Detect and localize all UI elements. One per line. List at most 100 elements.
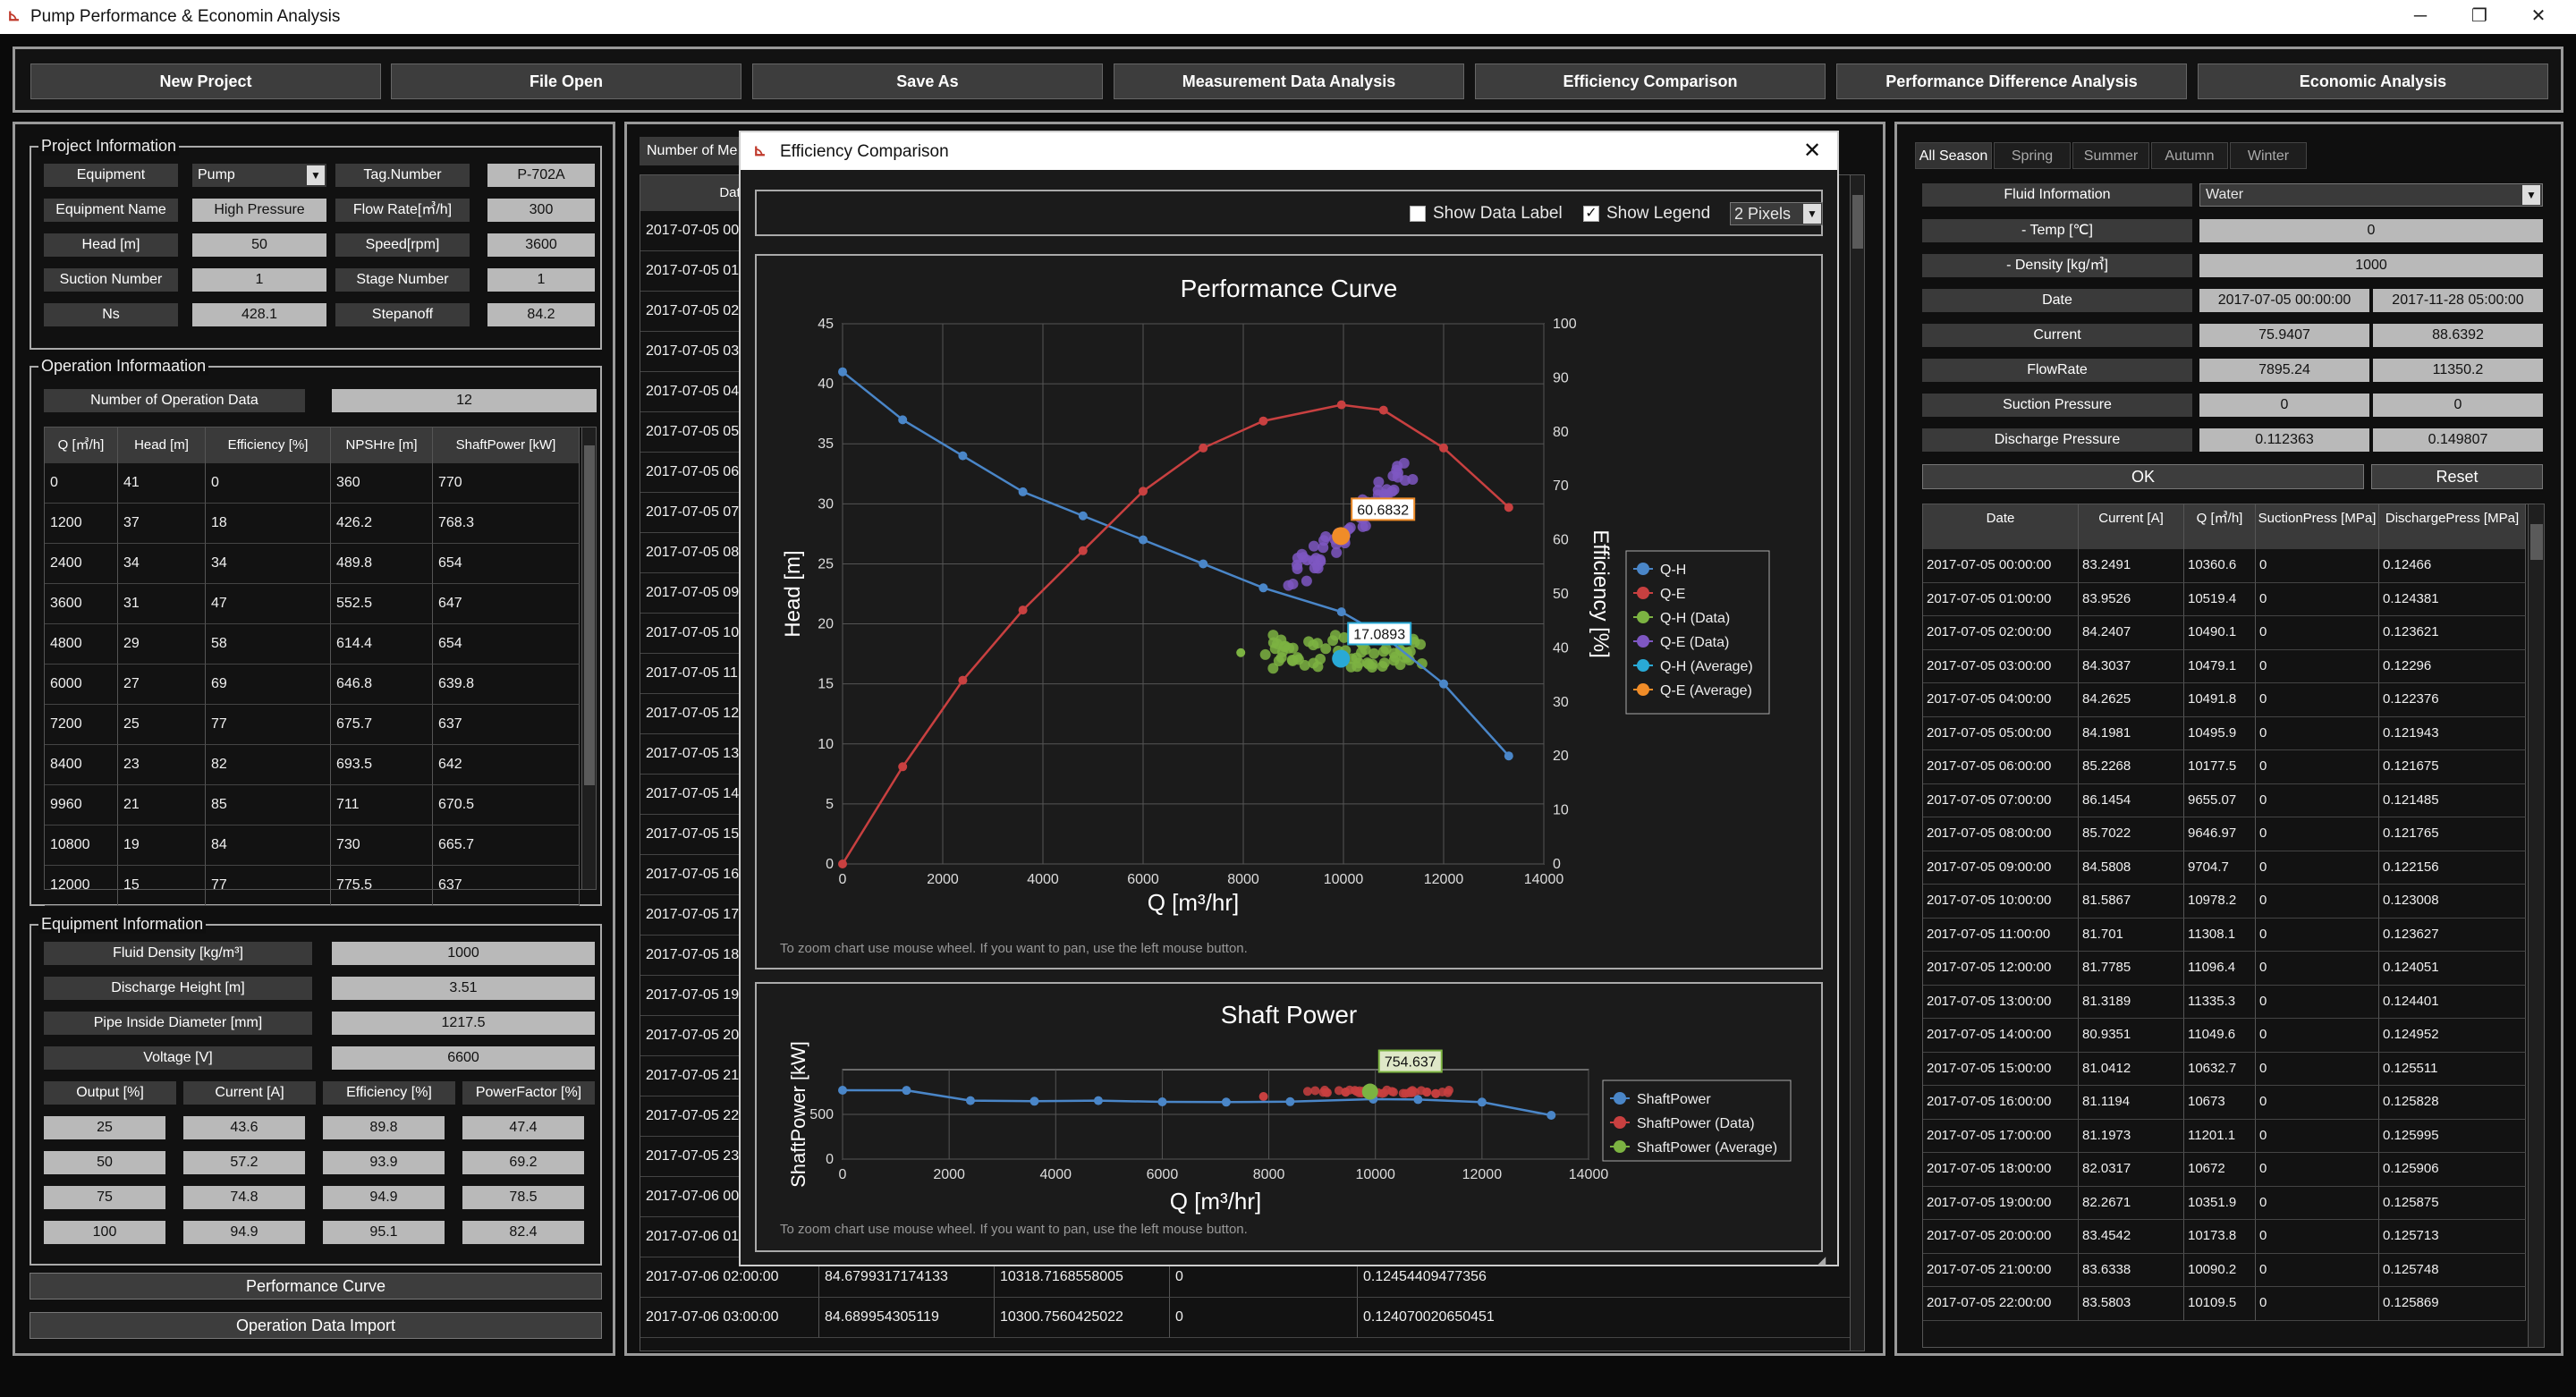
- operation-table-cell[interactable]: 8400: [45, 745, 118, 785]
- season-table-cell[interactable]: 10090.2: [2184, 1253, 2256, 1287]
- minimize-button[interactable]: ─: [2402, 4, 2438, 29]
- operation-table-cell[interactable]: 85: [206, 785, 331, 826]
- season-table-cell[interactable]: 10491.8: [2184, 683, 2256, 717]
- operation-table-cell[interactable]: 25: [118, 705, 206, 745]
- season-table-cell[interactable]: 81.1973: [2079, 1119, 2184, 1153]
- tab-autumn[interactable]: Autumn: [2151, 142, 2228, 169]
- season-table-cell[interactable]: 10173.8: [2184, 1220, 2256, 1254]
- chevron-down-icon[interactable]: ▼: [307, 165, 325, 185]
- season-table-cell[interactable]: 0: [2256, 1153, 2379, 1187]
- season-table-cell[interactable]: 2017-07-05 04:00:00: [1923, 683, 2079, 717]
- season-table-cell[interactable]: 9655.07: [2184, 783, 2256, 817]
- season-table-cell[interactable]: 0: [2256, 851, 2379, 885]
- performance-curve-svg[interactable]: Performance Curve0 2000 4000 6000 8000 10000 1…: [757, 256, 1821, 968]
- measurement-table-cell[interactable]: 0.124070020650451: [1358, 1298, 1859, 1338]
- season-table-cell[interactable]: 0.125869: [2379, 1287, 2526, 1321]
- season-table-cell[interactable]: 0.121765: [2379, 817, 2526, 851]
- economic-analysis-button[interactable]: Economic Analysis: [2198, 64, 2548, 99]
- project-field-value[interactable]: High Pressure: [192, 199, 326, 222]
- operation-table-cell[interactable]: 642: [433, 745, 580, 785]
- motor-table-value[interactable]: 94.9: [323, 1186, 445, 1209]
- motor-table-value[interactable]: 47.4: [462, 1116, 584, 1139]
- season-table-cell[interactable]: 0: [2256, 549, 2379, 583]
- equipment-field-value[interactable]: 1000: [332, 942, 595, 965]
- new-project-button[interactable]: New Project: [30, 64, 381, 99]
- season-table-cell[interactable]: 81.3189: [2079, 985, 2184, 1019]
- season-table-cell[interactable]: 0: [2256, 1253, 2379, 1287]
- season-table-cell[interactable]: 10490.1: [2184, 616, 2256, 650]
- season-table-cell[interactable]: 0: [2256, 716, 2379, 750]
- season-table-cell[interactable]: 10519.4: [2184, 582, 2256, 616]
- scrollbar-thumb[interactable]: [2530, 524, 2543, 560]
- season-table-cell[interactable]: 0.123627: [2379, 918, 2526, 952]
- season-table-cell[interactable]: 0: [2256, 616, 2379, 650]
- fluid-select[interactable]: Water ▼: [2199, 183, 2543, 207]
- chevron-down-icon[interactable]: ▼: [1803, 204, 1821, 224]
- operation-table-cell[interactable]: 639.8: [433, 665, 580, 705]
- equipment-field-value[interactable]: 6600: [332, 1046, 595, 1070]
- operation-table-cell[interactable]: 768.3: [433, 504, 580, 544]
- project-field-value[interactable]: 300: [487, 199, 595, 222]
- save-as-button[interactable]: Save As: [752, 64, 1103, 99]
- operation-table-cell[interactable]: 614.4: [331, 624, 433, 665]
- season-table-cell[interactable]: 83.2491: [2079, 549, 2184, 583]
- season-table-cell[interactable]: 81.7785: [2079, 952, 2184, 986]
- season-table-cell[interactable]: 10673: [2184, 1086, 2256, 1120]
- reset-button[interactable]: Reset: [2371, 464, 2543, 489]
- season-table-cell[interactable]: 11049.6: [2184, 1019, 2256, 1053]
- season-table-cell[interactable]: 2017-07-05 15:00:00: [1923, 1052, 2079, 1086]
- season-table-cell[interactable]: 2017-07-05 14:00:00: [1923, 1019, 2079, 1053]
- operation-table-cell[interactable]: 37: [118, 504, 206, 544]
- operation-table-cell[interactable]: 82: [206, 745, 331, 785]
- season-table-cell[interactable]: 81.5867: [2079, 885, 2184, 919]
- season-table-cell[interactable]: 84.3037: [2079, 649, 2184, 683]
- season-table-cell[interactable]: 10360.6: [2184, 549, 2256, 583]
- season-table-cell[interactable]: 86.1454: [2079, 783, 2184, 817]
- tab-spring[interactable]: Spring: [1994, 142, 2071, 169]
- operation-table-cell[interactable]: 84: [206, 826, 331, 866]
- season-table-cell[interactable]: 10351.9: [2184, 1186, 2256, 1220]
- season-table-cell[interactable]: 10109.5: [2184, 1287, 2256, 1321]
- operation-table-cell[interactable]: 10800: [45, 826, 118, 866]
- season-table-cell[interactable]: 2017-07-05 21:00:00: [1923, 1253, 2079, 1287]
- season-table-cell[interactable]: 0.121675: [2379, 750, 2526, 784]
- operation-table-cell[interactable]: 31: [118, 584, 206, 624]
- season-table-cell[interactable]: 0.125511: [2379, 1052, 2526, 1086]
- season-table-cell[interactable]: 82.0317: [2079, 1153, 2184, 1187]
- season-table-cell[interactable]: 0: [2256, 1119, 2379, 1153]
- motor-table-value[interactable]: 43.6: [183, 1116, 305, 1139]
- operation-table-cell[interactable]: 23: [118, 745, 206, 785]
- season-table-cell[interactable]: 11308.1: [2184, 918, 2256, 952]
- project-field-value[interactable]: 1: [192, 268, 326, 292]
- operation-table-cell[interactable]: 12000: [45, 866, 118, 906]
- season-table-cell[interactable]: 0: [2256, 1086, 2379, 1120]
- season-field-end-value[interactable]: 0.149807: [2373, 428, 2543, 452]
- operation-table-cell[interactable]: 47: [206, 584, 331, 624]
- motor-table-value[interactable]: 69.2: [462, 1151, 584, 1174]
- season-table-cell[interactable]: 0.125748: [2379, 1253, 2526, 1287]
- measurement-table-scrollbar[interactable]: [1850, 175, 1864, 1350]
- season-table-cell[interactable]: 2017-07-05 13:00:00: [1923, 985, 2079, 1019]
- season-table-cell[interactable]: 84.1981: [2079, 716, 2184, 750]
- file-open-button[interactable]: File Open: [391, 64, 741, 99]
- project-field-value[interactable]: P-702A: [487, 164, 595, 187]
- measurement-table-cell[interactable]: 0: [1170, 1298, 1358, 1338]
- season-table-cell[interactable]: 85.2268: [2079, 750, 2184, 784]
- project-field-value[interactable]: Pump ▼: [192, 164, 326, 187]
- season-table-cell[interactable]: 2017-07-05 11:00:00: [1923, 918, 2079, 952]
- season-table-cell[interactable]: 2017-07-05 02:00:00: [1923, 616, 2079, 650]
- season-table-cell[interactable]: 0.123008: [2379, 885, 2526, 919]
- measurement-table-cell[interactable]: 10300.7560425022: [995, 1298, 1170, 1338]
- season-table-cell[interactable]: 0.121943: [2379, 716, 2526, 750]
- season-table-cell[interactable]: 81.1194: [2079, 1086, 2184, 1120]
- season-table-cell[interactable]: 2017-07-05 10:00:00: [1923, 885, 2079, 919]
- season-field-value[interactable]: 0: [2199, 219, 2543, 242]
- project-field-value[interactable]: 50: [192, 233, 326, 257]
- season-table-cell[interactable]: 2017-07-05 20:00:00: [1923, 1220, 2079, 1254]
- operation-table-cell[interactable]: 15: [118, 866, 206, 906]
- season-table-cell[interactable]: 0: [2256, 783, 2379, 817]
- season-table-cell[interactable]: 2017-07-05 12:00:00: [1923, 952, 2079, 986]
- operation-table-cell[interactable]: 426.2: [331, 504, 433, 544]
- season-field-end-value[interactable]: 88.6392: [2373, 324, 2543, 347]
- season-table-cell[interactable]: 0.122376: [2379, 683, 2526, 717]
